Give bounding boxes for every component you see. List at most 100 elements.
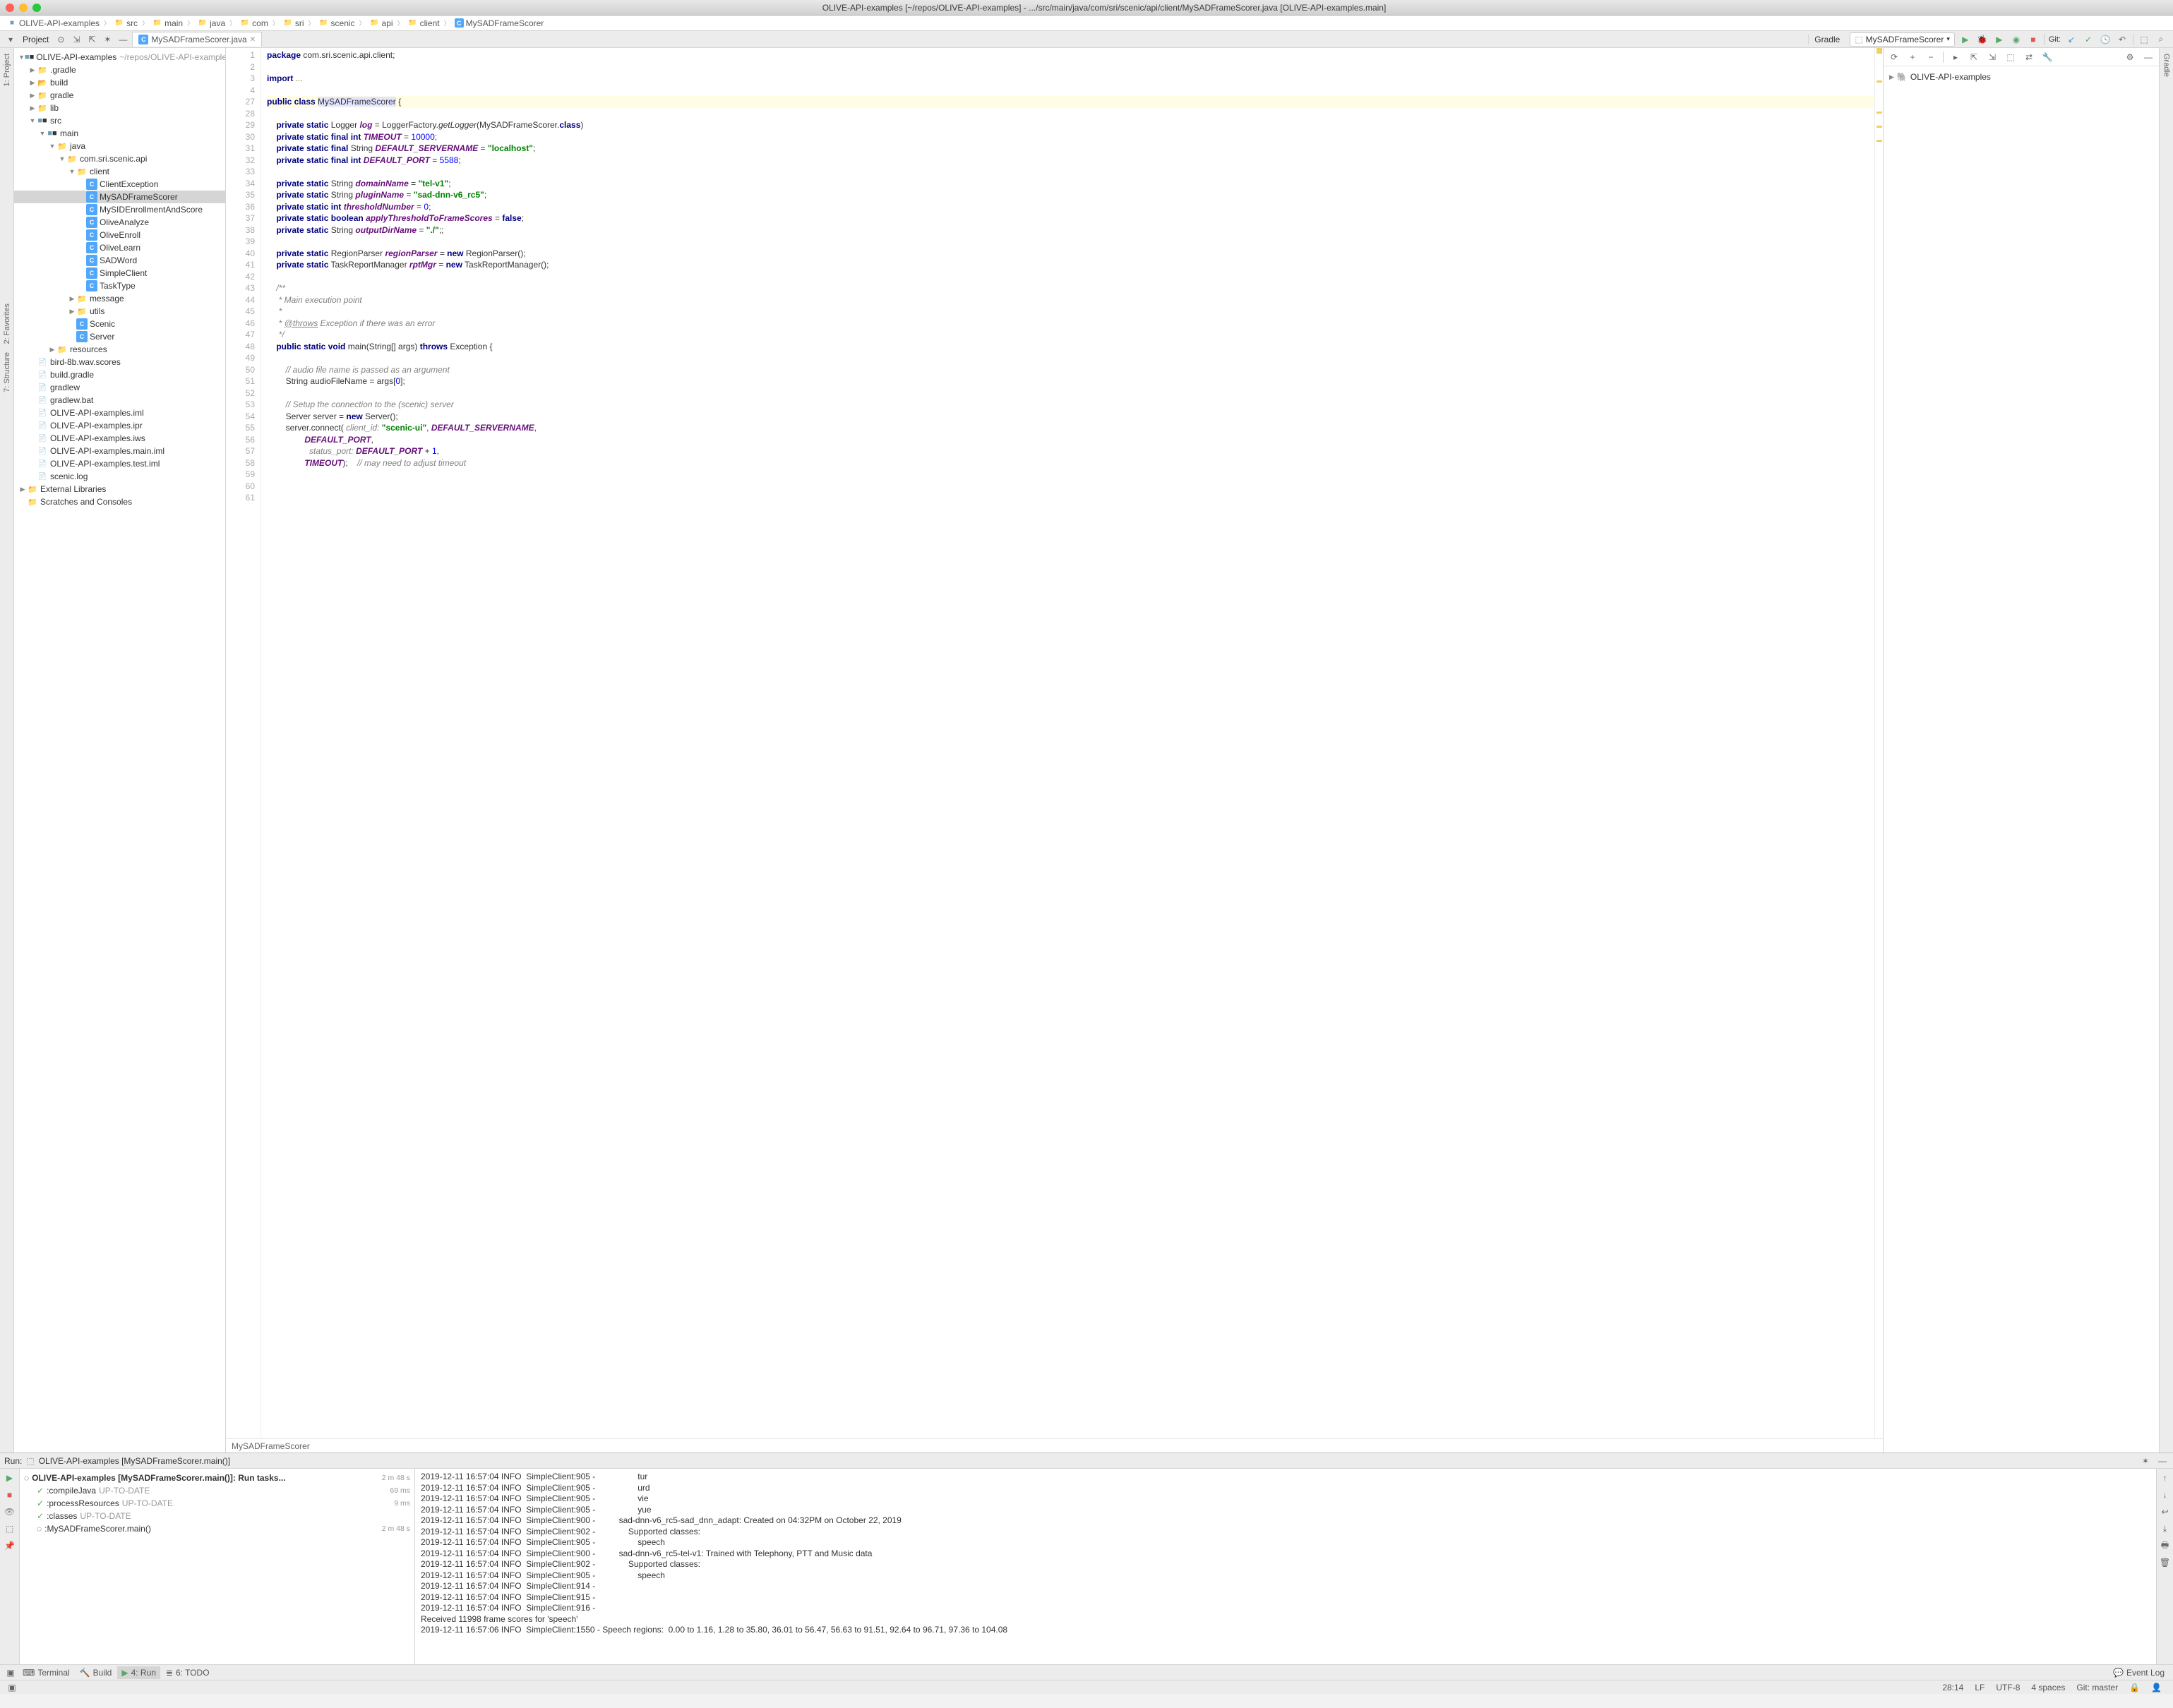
- breadcrumb-item[interactable]: 📁src: [112, 18, 140, 29]
- run-hide-icon[interactable]: —: [2156, 1455, 2169, 1467]
- structure-tool-tab[interactable]: 7: Structure: [3, 352, 11, 392]
- run-button[interactable]: ▶: [1959, 33, 1972, 46]
- tree-node[interactable]: gradlew.bat: [14, 394, 225, 407]
- code-content[interactable]: package com.sri.scenic.api.client; impor…: [261, 48, 1874, 1438]
- select-opened-file-icon[interactable]: ⊙: [54, 33, 67, 46]
- show-windows-icon[interactable]: ▣: [4, 1666, 17, 1679]
- debug-button[interactable]: 🐞: [1976, 33, 1989, 46]
- tree-node[interactable]: bird-8b.wav.scores: [14, 356, 225, 368]
- status-toggle-icon[interactable]: ▣: [6, 1681, 18, 1694]
- file-encoding[interactable]: UTF-8: [1990, 1683, 2025, 1692]
- scroll-down-icon[interactable]: ↓: [2159, 1489, 2172, 1501]
- expand-all-icon[interactable]: ⇲: [70, 33, 83, 46]
- tree-node[interactable]: build.gradle: [14, 368, 225, 381]
- tree-node[interactable]: ▶resources: [14, 343, 225, 356]
- gradle-expand-icon[interactable]: ⇲: [1986, 51, 1999, 64]
- task-root[interactable]: ◌ OLIVE-API-examples [MySADFrameScorer.m…: [24, 1472, 410, 1484]
- coverage-button[interactable]: ▶: [1993, 33, 2006, 46]
- line-separator[interactable]: LF: [1969, 1683, 1990, 1692]
- stop-run-button[interactable]: ■: [4, 1489, 16, 1501]
- gradle-settings-icon[interactable]: 🔧: [2041, 51, 2054, 64]
- close-window-icon[interactable]: [6, 4, 14, 12]
- filter-icon[interactable]: 👁: [4, 1505, 16, 1518]
- tree-node[interactable]: ▶gradle: [14, 89, 225, 102]
- task-row[interactable]: ✓:compileJava UP-TO-DATE69 ms: [24, 1484, 410, 1497]
- task-row[interactable]: ◌:MySADFrameScorer.main()2 m 48 s: [24, 1522, 410, 1535]
- pin-icon[interactable]: 📌: [4, 1539, 16, 1552]
- tree-node[interactable]: ▶lib: [14, 102, 225, 114]
- ide-settings-icon[interactable]: ⬚: [2138, 33, 2150, 46]
- build-tab[interactable]: 🔨Build: [76, 1666, 116, 1679]
- breadcrumb-item[interactable]: 📁main: [150, 18, 186, 29]
- run-task-tree[interactable]: ◌ OLIVE-API-examples [MySADFrameScorer.m…: [20, 1469, 415, 1664]
- zoom-window-icon[interactable]: [32, 4, 41, 12]
- vcs-revert-icon[interactable]: ↶: [2116, 33, 2129, 46]
- tree-node[interactable]: CSADWord: [14, 254, 225, 267]
- task-row[interactable]: ✓:processResources UP-TO-DATE9 ms: [24, 1497, 410, 1510]
- breadcrumb-item[interactable]: MySADFrameScorer: [232, 1441, 310, 1451]
- gradle-hide-icon[interactable]: —: [2142, 51, 2155, 64]
- breadcrumb-item[interactable]: 📁sri: [280, 18, 307, 29]
- rerun-button[interactable]: ▶: [4, 1472, 16, 1484]
- run-tab[interactable]: ▶4: Run: [117, 1666, 160, 1679]
- task-row[interactable]: ✓:classes UP-TO-DATE: [24, 1510, 410, 1522]
- gradle-collapse-icon[interactable]: ⇱: [1968, 51, 1980, 64]
- breadcrumb-item[interactable]: 📁api: [367, 18, 396, 29]
- vcs-commit-icon[interactable]: ✓: [2082, 33, 2095, 46]
- tree-node[interactable]: OLIVE-API-examples.iml: [14, 407, 225, 419]
- breadcrumb-item[interactable]: 📁com: [237, 18, 271, 29]
- tree-node[interactable]: CTaskType: [14, 279, 225, 292]
- gradle-tool-tab[interactable]: Gradle: [2162, 54, 2171, 77]
- gradle-run-task-icon[interactable]: ▸: [1949, 51, 1962, 64]
- scroll-to-end-icon[interactable]: ⤓: [2159, 1522, 2172, 1535]
- gradle-offline-icon[interactable]: ⬚: [2004, 51, 2017, 64]
- gradle-add-icon[interactable]: +: [1906, 51, 1919, 64]
- search-everywhere-icon[interactable]: ⌕: [2155, 33, 2167, 46]
- indent-config[interactable]: 4 spaces: [2025, 1683, 2071, 1692]
- line-gutter[interactable]: 1234272829303132333435363738394041424344…: [226, 48, 261, 1438]
- tree-node[interactable]: CMySADFrameScorer: [14, 191, 225, 203]
- tree-node[interactable]: COliveAnalyze: [14, 216, 225, 229]
- event-log-tab[interactable]: 💬Event Log: [2109, 1666, 2169, 1679]
- run-console[interactable]: 2019-12-11 16:57:04 INFO SimpleClient:90…: [415, 1469, 2156, 1664]
- tree-node[interactable]: Scratches and Consoles: [14, 495, 225, 508]
- layout-icon[interactable]: ⬚: [4, 1522, 16, 1535]
- navigation-bar[interactable]: ■OLIVE-API-examples〉📁src〉📁main〉📁java〉📁co…: [0, 16, 2173, 31]
- collapse-all-icon[interactable]: ⇱: [85, 33, 98, 46]
- profile-button[interactable]: ◉: [2010, 33, 2023, 46]
- project-tool-tab[interactable]: 1: Project: [3, 54, 11, 86]
- gradle-root-node[interactable]: ▶ 🐘 OLIVE-API-examples: [1888, 71, 2155, 83]
- todo-tab[interactable]: ≣6: TODO: [162, 1666, 214, 1679]
- breadcrumb-item[interactable]: ■OLIVE-API-examples: [4, 18, 102, 29]
- gradle-gear-icon[interactable]: ⚙: [2124, 51, 2136, 64]
- settings-icon[interactable]: ✶: [101, 33, 114, 46]
- run-configuration-selector[interactable]: ⬚ MySADFrameScorer ▾: [1850, 32, 1955, 47]
- breadcrumb-item[interactable]: 📁scenic: [316, 18, 358, 29]
- tree-node[interactable]: gradlew: [14, 381, 225, 394]
- git-branch[interactable]: Git: master: [2071, 1683, 2124, 1692]
- tree-node[interactable]: ▶External Libraries: [14, 483, 225, 495]
- breadcrumb-item[interactable]: CMySADFrameScorer: [452, 18, 547, 29]
- tree-node[interactable]: ▼com.sri.scenic.api: [14, 152, 225, 165]
- error-stripe[interactable]: [1874, 48, 1883, 1438]
- gradle-toggle-icon[interactable]: ⇄: [2023, 51, 2035, 64]
- print-icon[interactable]: 🖶: [2159, 1539, 2172, 1552]
- minimize-window-icon[interactable]: [19, 4, 28, 12]
- breadcrumb-item[interactable]: 📁java: [195, 18, 228, 29]
- caret-position[interactable]: 28:14: [1936, 1683, 1969, 1692]
- hide-panel-icon[interactable]: —: [116, 33, 129, 46]
- gradle-refresh-icon[interactable]: ⟳: [1888, 51, 1900, 64]
- soft-wrap-icon[interactable]: ↩: [2159, 1505, 2172, 1518]
- tree-node[interactable]: ▶utils: [14, 305, 225, 318]
- tree-node[interactable]: ▶build: [14, 76, 225, 89]
- editor-breadcrumb[interactable]: MySADFrameScorer: [226, 1438, 1883, 1453]
- project-tree[interactable]: ▼■OLIVE-API-examples~/repos/OLIVE-API-ex…: [14, 48, 225, 1453]
- tree-node[interactable]: ▼■OLIVE-API-examples~/repos/OLIVE-API-ex…: [14, 51, 225, 64]
- tree-node[interactable]: ▼■main: [14, 127, 225, 140]
- close-tab-icon[interactable]: ✕: [250, 36, 256, 44]
- clear-icon[interactable]: 🗑: [2159, 1556, 2172, 1569]
- inspector-icon[interactable]: 👤: [2145, 1683, 2167, 1692]
- tree-node[interactable]: CScenic: [14, 318, 225, 330]
- run-settings-icon[interactable]: ✶: [2139, 1455, 2152, 1467]
- vcs-update-icon[interactable]: ↙: [2065, 33, 2078, 46]
